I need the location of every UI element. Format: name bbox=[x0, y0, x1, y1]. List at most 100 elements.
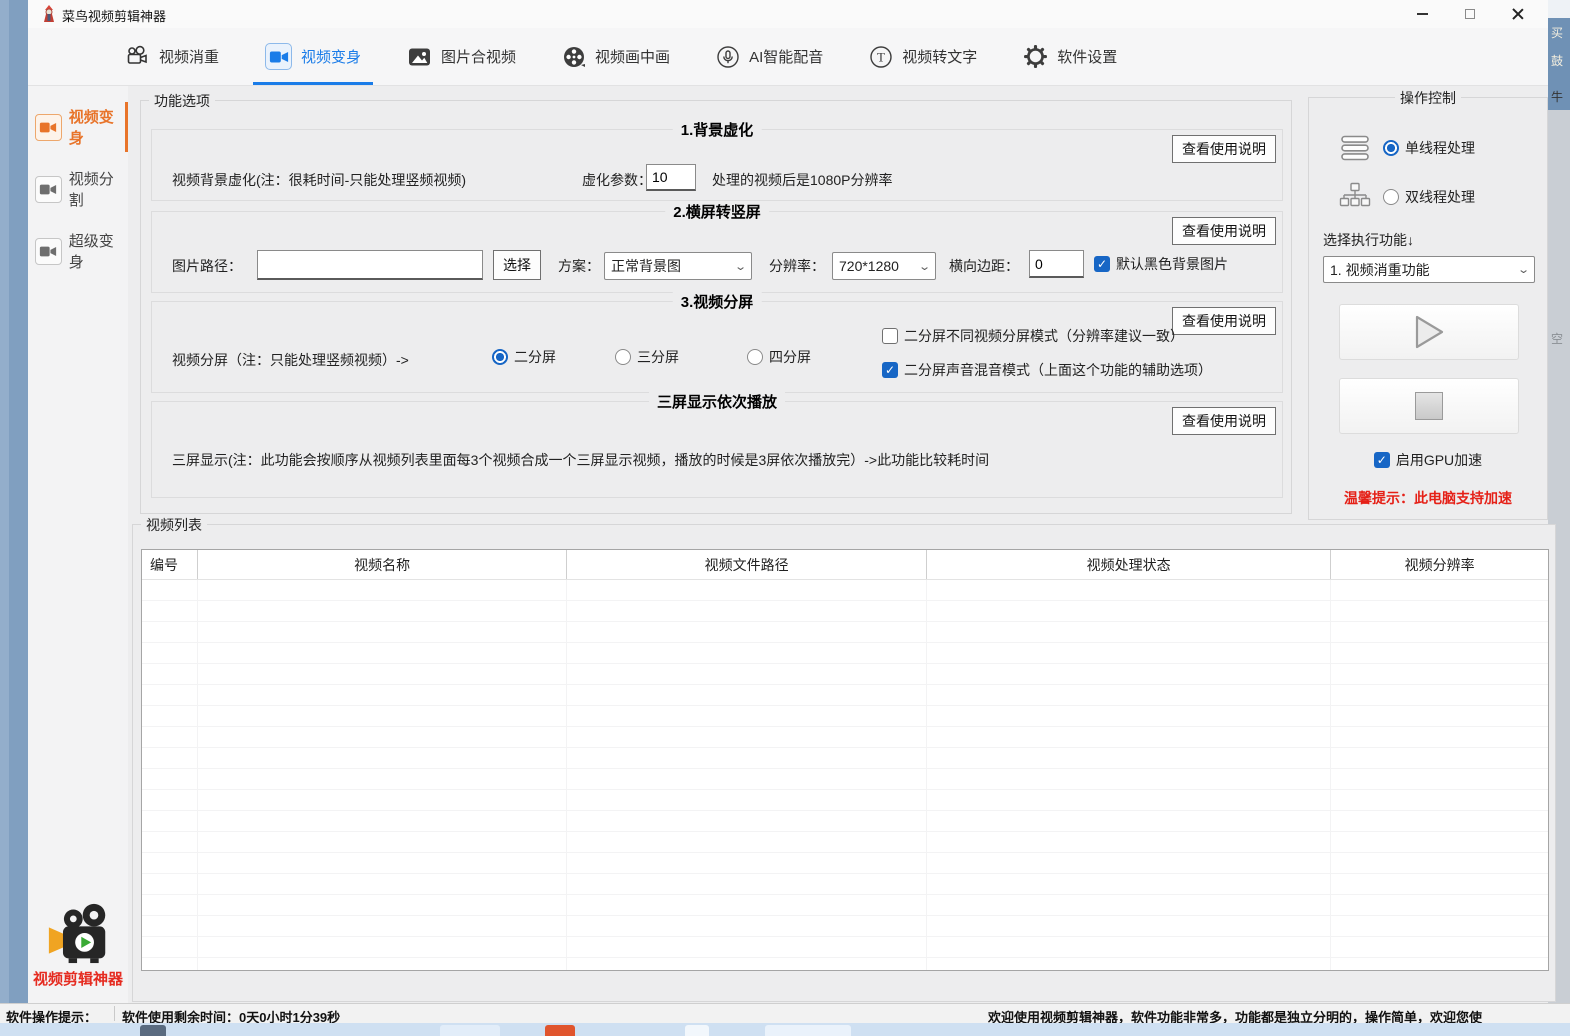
table-row bbox=[142, 853, 1548, 874]
control-panel: 操作控制 单线程处理 bbox=[1308, 97, 1548, 520]
section-video-split-screen: 3.视频分屏 查看使用说明 视频分屏（注：只能处理竖频视频）-> 二分屏 三分屏… bbox=[151, 301, 1283, 393]
chevron-down-icon: ⌄ bbox=[1517, 263, 1530, 276]
taskbar-sliver bbox=[0, 1023, 1570, 1036]
radio-selected-icon bbox=[1383, 140, 1399, 156]
close-button[interactable] bbox=[1494, 0, 1542, 28]
gpu-acceleration-checkbox[interactable]: ✓ 启用GPU加速 bbox=[1374, 450, 1482, 470]
sidebar: 视频变身 视频分割 超级变身 视频剪辑神器 bbox=[28, 86, 128, 1003]
control-panel-title: 操作控制 bbox=[1395, 88, 1461, 108]
section-title: 3.视频分屏 bbox=[673, 291, 762, 312]
help-button[interactable]: 查看使用说明 bbox=[1172, 135, 1276, 163]
sidebar-item-video-transform[interactable]: 视频变身 bbox=[35, 106, 128, 148]
sidebar-item-label: 视频变身 bbox=[69, 106, 128, 148]
blur-suffix-label: 处理的视频后是1080P分辨率 bbox=[712, 170, 892, 190]
sidebar-item-super-transform[interactable]: 超级变身 bbox=[35, 230, 128, 272]
function-select[interactable]: 1. 视频消重功能 ⌄ bbox=[1323, 256, 1535, 283]
sidebar-item-label: 视频分割 bbox=[69, 168, 128, 210]
section-title: 2.横屏转竖屏 bbox=[665, 201, 769, 222]
column-header-resolution[interactable]: 视频分辨率 bbox=[1331, 550, 1548, 579]
dual-thread-icon bbox=[1339, 182, 1371, 212]
column-header-name[interactable]: 视频名称 bbox=[198, 550, 567, 579]
section-title: 三屏显示依次播放 bbox=[649, 391, 785, 412]
help-button[interactable]: 查看使用说明 bbox=[1172, 217, 1276, 245]
split-audio-mix-checkbox[interactable]: ✓ 二分屏声音混音模式（上面这个功能的辅助选项） bbox=[882, 360, 1212, 380]
help-button[interactable]: 查看使用说明 bbox=[1172, 307, 1276, 335]
minimize-button[interactable] bbox=[1398, 0, 1446, 28]
section-triple-screen: 三屏显示依次播放 查看使用说明 三屏显示(注：此功能会按顺序从视频列表里面每3个… bbox=[151, 401, 1283, 498]
radio-four-split[interactable]: 四分屏 bbox=[747, 347, 811, 367]
blur-param-label: 虚化参数： bbox=[582, 170, 652, 190]
window-title: 菜鸟视频剪辑神器 bbox=[62, 6, 166, 25]
tab-video-pip[interactable]: 视频画中画 bbox=[562, 28, 670, 85]
blur-param-input[interactable] bbox=[646, 164, 696, 191]
background-window-left-edge bbox=[0, 0, 28, 1003]
dual-thread-radio[interactable]: 双线程处理 bbox=[1383, 187, 1475, 207]
picture-icon bbox=[407, 46, 432, 68]
table-row bbox=[142, 727, 1548, 748]
tab-video-dedupe[interactable]: 视频消重 bbox=[124, 28, 219, 85]
column-header-status[interactable]: 视频处理状态 bbox=[927, 550, 1331, 579]
checkbox-label: 二分屏声音混音模式（上面这个功能的辅助选项） bbox=[904, 360, 1212, 380]
chevron-down-icon: ⌄ bbox=[918, 260, 931, 273]
tab-label: 软件设置 bbox=[1057, 46, 1117, 67]
video-table-body bbox=[142, 580, 1548, 971]
gear-icon bbox=[1023, 44, 1048, 69]
choose-button[interactable]: 选择 bbox=[493, 250, 541, 280]
table-row bbox=[142, 811, 1548, 832]
tab-label: 视频消重 bbox=[159, 46, 219, 67]
tab-label: AI智能配音 bbox=[749, 46, 823, 67]
table-row bbox=[142, 685, 1548, 706]
table-row bbox=[142, 769, 1548, 790]
section-landscape-to-portrait: 2.横屏转竖屏 查看使用说明 图片路径： 选择 方案： 正常背景图 ⌄ 分辨率：… bbox=[151, 211, 1283, 293]
resolution-select[interactable]: 720*1280 ⌄ bbox=[832, 252, 936, 280]
column-header-id[interactable]: 编号 bbox=[142, 550, 198, 579]
single-thread-row: 单线程处理 bbox=[1339, 134, 1475, 162]
sidebar-item-video-split[interactable]: 视频分割 bbox=[35, 168, 128, 210]
video-camera-icon bbox=[35, 114, 62, 141]
start-button[interactable] bbox=[1339, 304, 1519, 360]
radio-unselected-icon bbox=[747, 349, 763, 365]
scheme-label: 方案： bbox=[558, 256, 600, 276]
stop-button[interactable] bbox=[1339, 378, 1519, 434]
movie-camera-icon bbox=[124, 45, 150, 69]
maximize-button[interactable] bbox=[1446, 0, 1494, 28]
radio-label: 单线程处理 bbox=[1405, 138, 1475, 158]
checkbox-label: 默认黑色背景图片 bbox=[1116, 254, 1228, 274]
radio-two-split[interactable]: 二分屏 bbox=[492, 347, 556, 367]
tab-image-to-video[interactable]: 图片合视频 bbox=[407, 28, 516, 85]
triple-note: 三屏显示(注：此功能会按顺序从视频列表里面每3个视频合成一个三屏显示视频，播放的… bbox=[172, 450, 989, 470]
tab-label: 图片合视频 bbox=[441, 46, 516, 67]
table-row bbox=[142, 916, 1548, 937]
function-select-value: 1. 视频消重功能 bbox=[1330, 260, 1430, 280]
table-row bbox=[142, 958, 1548, 971]
svg-text:T: T bbox=[877, 49, 885, 64]
split-mode-checkbox[interactable]: 二分屏不同视频分屏模式（分辨率建议一致） bbox=[882, 326, 1184, 346]
margin-input[interactable] bbox=[1029, 250, 1084, 278]
radio-label: 四分屏 bbox=[769, 347, 811, 367]
checkbox-label: 启用GPU加速 bbox=[1396, 450, 1482, 470]
video-camera-icon bbox=[35, 176, 62, 203]
table-row bbox=[142, 937, 1548, 958]
video-table-header: 编号 视频名称 视频文件路径 视频处理状态 视频分辨率 bbox=[142, 550, 1548, 580]
table-row bbox=[142, 895, 1548, 916]
help-button[interactable]: 查看使用说明 bbox=[1172, 407, 1276, 435]
tab-settings[interactable]: 软件设置 bbox=[1023, 28, 1117, 85]
section-background-blur: 1.背景虚化 查看使用说明 视频背景虚化(注：很耗时间-只能处理竖频视频) 虚化… bbox=[151, 129, 1283, 201]
single-thread-radio[interactable]: 单线程处理 bbox=[1383, 138, 1475, 158]
scheme-select[interactable]: 正常背景图 ⌄ bbox=[604, 252, 752, 280]
app-window: 买 鼓 牛 空 菜鸟视频剪辑神器 bbox=[0, 0, 1570, 1036]
tab-video-to-text[interactable]: T 视频转文字 bbox=[869, 28, 977, 85]
table-row bbox=[142, 832, 1548, 853]
checkbox-unchecked-icon bbox=[882, 328, 898, 344]
image-path-label: 图片路径： bbox=[172, 256, 242, 276]
minimize-icon bbox=[1417, 13, 1428, 15]
tab-video-transform[interactable]: 视频变身 bbox=[265, 28, 361, 85]
radio-three-split[interactable]: 三分屏 bbox=[615, 347, 679, 367]
tab-ai-dubbing[interactable]: AI智能配音 bbox=[716, 28, 823, 85]
column-header-path[interactable]: 视频文件路径 bbox=[567, 550, 926, 579]
app-logo-label: 视频剪辑神器 bbox=[28, 968, 128, 989]
black-background-checkbox[interactable]: ✓ 默认黑色背景图片 bbox=[1094, 254, 1228, 274]
image-path-input[interactable] bbox=[257, 250, 483, 280]
radio-label: 二分屏 bbox=[514, 347, 556, 367]
radio-unselected-icon bbox=[1383, 189, 1399, 205]
